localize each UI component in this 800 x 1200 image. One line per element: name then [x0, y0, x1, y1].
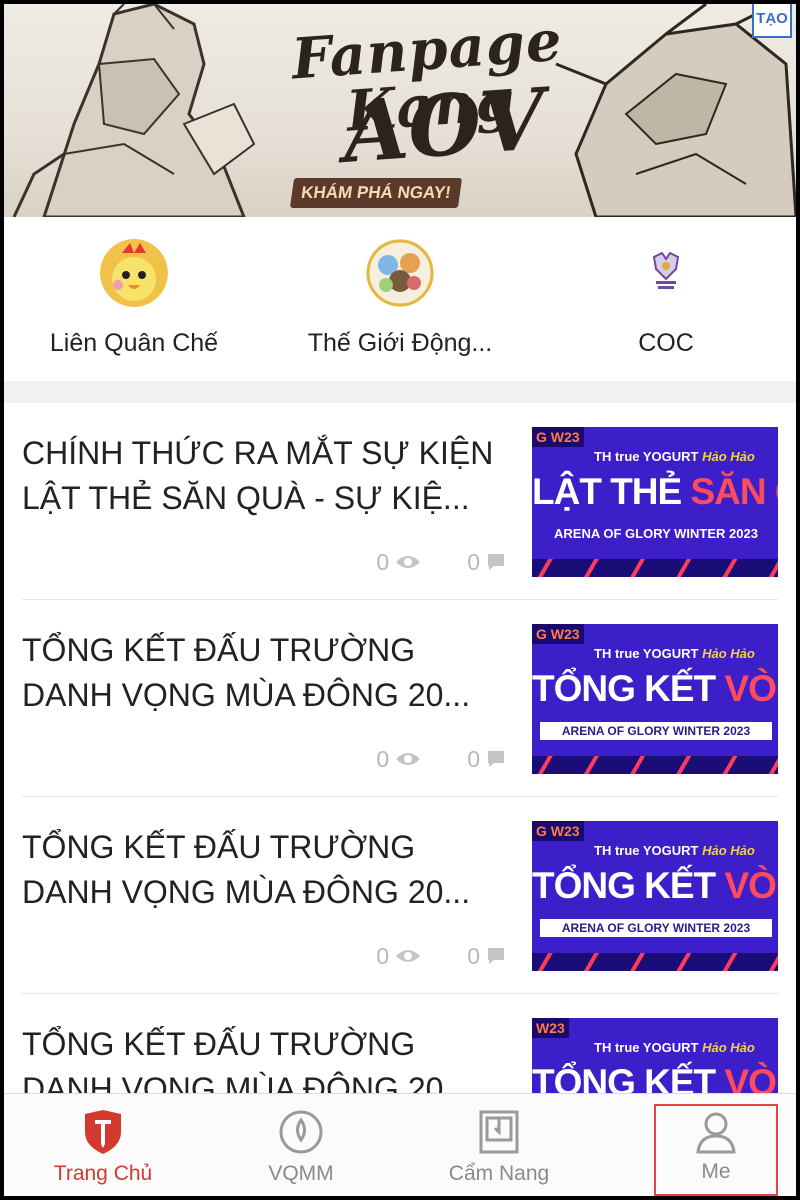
comment-icon [488, 554, 504, 570]
brand-accent: Hảo Hảo [702, 449, 755, 464]
thumb-headline-main: TỔNG KẾT [532, 668, 716, 709]
thumb-headline-accent: VÒNG 12 [724, 668, 778, 709]
eye-icon [396, 753, 421, 765]
article-title: TỔNG KẾT ĐẤU TRƯỜNG DANH VỌNG MÙA ĐÔNG 2… [22, 632, 471, 713]
view-count: 0 [376, 942, 390, 969]
channel-name: Thế Giới Động... [307, 329, 493, 357]
article-stats: 0 0 [366, 943, 506, 969]
guide-book-icon [475, 1108, 523, 1156]
channel-item-coc[interactable]: COC [536, 239, 796, 369]
thumb-tag: G W23 [532, 624, 584, 644]
cartoon-avatar-icon [366, 239, 434, 307]
thumb-headline-main: LẬT THẺ [532, 471, 682, 512]
promo-banner[interactable]: Fanpage Kang AOV KHÁM PHÁ NGAY! TẠO [4, 4, 796, 217]
tab-label: VQMM [268, 1162, 334, 1185]
hero-sketch-left [12, 4, 256, 217]
thumb-headline-accent: SĂN QUÀ [690, 471, 778, 512]
user-icon [692, 1108, 740, 1156]
tab-cam-nang[interactable]: Cẩm Nang [400, 1094, 598, 1196]
tab-label: Cẩm Nang [448, 1162, 550, 1185]
channel-item-lien-quan-che[interactable]: Liên Quân Chế [4, 239, 264, 369]
brand-name: TH true YOGURT [594, 843, 699, 858]
thumb-headline: TỔNG KẾT VÒNG 11 [532, 865, 778, 907]
article-item[interactable]: TỔNG KẾT ĐẤU TRƯỜNG DANH VỌNG MÙA ĐÔNG 2… [4, 600, 796, 797]
view-count: 0 [376, 745, 390, 772]
thumb-headline-accent: VÒNG 10 [724, 1062, 778, 1093]
brand-name: TH true YOGURT [594, 449, 699, 464]
spin-wheel-icon [277, 1108, 325, 1156]
comment-icon [488, 751, 504, 767]
article-stats: 0 0 [366, 549, 506, 575]
thumb-stripes [532, 756, 778, 774]
comment-count: 0 [467, 942, 480, 969]
explore-now-button[interactable]: KHÁM PHÁ NGAY! [289, 178, 463, 208]
thumb-brand: TH true YOGURT Hảo Hảo [594, 646, 755, 661]
comment-icon [488, 948, 504, 964]
article-title: TỔNG KẾT ĐẤU TRƯỜNG DANH VỌNG MÙA ĐÔNG 2… [22, 829, 471, 910]
brand-accent: Hảo Hảo [702, 843, 755, 858]
article-stats: 0 0 [366, 746, 506, 772]
thumb-brand: TH true YOGURT Hảo Hảo [594, 1040, 755, 1055]
bottom-tab-bar: Trang Chủ VQMM Cẩm Nang Me [4, 1093, 796, 1196]
article-thumbnail[interactable]: G W23 TH true YOGURT Hảo Hảo LẬT THẺ SĂN… [532, 427, 778, 577]
channel-name: COC [638, 329, 694, 357]
eye-icon [396, 950, 421, 962]
article-item[interactable]: CHÍNH THỨC RA MẮT SỰ KIỆN LẬT THẺ SĂN QU… [4, 403, 796, 600]
tab-vqmm[interactable]: VQMM [202, 1094, 400, 1196]
comment-count: 0 [467, 548, 480, 575]
thumb-stripes [532, 559, 778, 577]
tab-label: Me [701, 1160, 731, 1183]
thumb-brand: TH true YOGURT Hảo Hảo [594, 843, 755, 858]
thumb-headline-main: TỔNG KẾT [532, 1062, 716, 1093]
thumb-headline: TỔNG KẾT VÒNG 12 [532, 668, 778, 710]
article-thumbnail[interactable]: G W23 TH true YOGURT Hảo Hảo TỔNG KẾT VÒ… [532, 821, 778, 971]
tab-me[interactable]: Me [654, 1104, 778, 1196]
thumb-tag: W23 [532, 1018, 569, 1038]
thumb-stripes [532, 953, 778, 971]
thumb-tag: G W23 [532, 427, 584, 447]
brand-accent: Hảo Hảo [702, 1040, 755, 1055]
app-screen: Fanpage Kang AOV KHÁM PHÁ NGAY! TẠO Liên… [4, 4, 796, 1196]
eye-icon [396, 556, 421, 568]
channel-row: Liên Quân Chế Thế Giới Động... COC [4, 217, 796, 385]
thumb-tag: G W23 [532, 821, 584, 841]
tab-trang-chu[interactable]: Trang Chủ [4, 1094, 202, 1196]
comment-count: 0 [467, 745, 480, 772]
brand-accent: Hảo Hảo [702, 646, 755, 661]
section-divider [4, 381, 796, 403]
chicken-avatar-icon [100, 239, 168, 307]
thumb-headline-main: TỔNG KẾT [532, 865, 716, 906]
thumb-headline: TỔNG KẾT VÒNG 10 [532, 1062, 778, 1093]
article-thumbnail[interactable]: W23 TH true YOGURT Hảo Hảo TỔNG KẾT VÒNG… [532, 1018, 778, 1093]
brand-name: TH true YOGURT [594, 646, 699, 661]
article-thumbnail[interactable]: G W23 TH true YOGURT Hảo Hảo TỔNG KẾT VÒ… [532, 624, 778, 774]
article-feed[interactable]: CHÍNH THỨC RA MẮT SỰ KIỆN LẬT THẺ SĂN QU… [4, 403, 796, 1093]
article-title: CHÍNH THỨC RA MẮT SỰ KIỆN LẬT THẺ SĂN QU… [22, 435, 494, 516]
view-count: 0 [376, 548, 390, 575]
banner-subtitle: AOV [339, 69, 549, 182]
thumb-subtitle: ARENA OF GLORY WINTER 2023 [540, 722, 772, 740]
article-item[interactable]: TỔNG KẾT ĐẤU TRƯỜNG DANH VỌNG MÙA ĐÔNG 2… [4, 994, 796, 1093]
thumb-subtitle: ARENA OF GLORY WINTER 2023 [540, 919, 772, 937]
article-title: TỔNG KẾT ĐẤU TRƯỜNG DANH VỌNG MÙA ĐÔNG 2… [22, 1026, 471, 1093]
clan-crest-icon [632, 239, 700, 307]
channel-name: Liên Quân Chế [49, 329, 219, 357]
thumb-headline: LẬT THẺ SĂN QUÀ [532, 471, 778, 513]
article-item[interactable]: TỔNG KẾT ĐẤU TRƯỜNG DANH VỌNG MÙA ĐÔNG 2… [4, 797, 796, 994]
thumb-subtitle: ARENA OF GLORY WINTER 2023 [554, 526, 758, 541]
channel-item-the-gioi-dong[interactable]: Thế Giới Động... [270, 239, 530, 369]
banner-badge: TẠO [752, 4, 792, 38]
thumb-brand: TH true YOGURT Hảo Hảo [594, 449, 755, 464]
shield-sword-icon [79, 1108, 127, 1156]
tab-label: Trang Chủ [53, 1162, 153, 1185]
thumb-headline-accent: VÒNG 11 [724, 865, 778, 906]
brand-name: TH true YOGURT [594, 1040, 699, 1055]
